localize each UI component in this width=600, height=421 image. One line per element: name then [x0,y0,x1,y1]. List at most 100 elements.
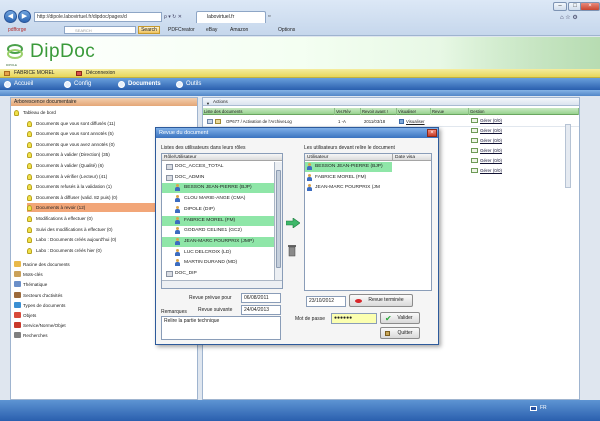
gestion-link[interactable]: Gérer (0/0) [471,126,561,136]
role-group-row[interactable]: DOC_DIP [162,269,274,279]
role-list-hscroll[interactable] [162,280,282,288]
dipole-logo-icon [7,44,23,59]
user-icon [307,173,312,181]
row-label: FABRICE MOREL (FM) [184,217,236,223]
gestion-link[interactable]: Gérer (0/0) [471,136,561,146]
bulb-icon [27,131,32,138]
tree-item-label: Recherches [23,333,48,339]
col-version[interactable]: Ver.Rév [335,108,361,115]
role-group-row[interactable]: DOC_ADMIN [162,173,274,183]
row-label: DOC_ACCES_TOTAL [175,164,224,169]
col-revoir[interactable]: Revoir avant ! [361,108,397,115]
close-window-button[interactable]: × [580,2,600,11]
user-row[interactable]: BESSON JEAN-PIERRE (BJP) [162,183,274,194]
gestion-label: Gérer (0/0) [480,158,503,163]
quitter-button[interactable]: Quitter [380,327,420,339]
minimize-button[interactable]: – [553,2,567,11]
row-label: CLOU MARIE-ANGE (CMA) [184,196,246,202]
gestion-link[interactable]: Gérer (0/0) [471,166,561,176]
ebay-link[interactable]: eBay [206,24,217,36]
visualiser-link[interactable]: Visualiser [399,116,431,127]
gestion-link[interactable]: Gérer (0/0) [471,116,561,126]
flag-icon[interactable] [530,406,537,411]
forward-icon[interactable]: ▶ [18,10,31,23]
tree-item-label: Racine des documents [23,262,70,267]
tree-item[interactable]: Tableau de bord [14,108,197,117]
user-row[interactable]: GODARD CELINE1 (GC2) [162,226,274,236]
actions-bar[interactable]: ▼ Actions [203,98,579,106]
group-icon [166,271,173,277]
browser-tools-icons[interactable]: ⌂ ☆ ⚙ [560,14,594,23]
user-row[interactable]: DIPOLE (DIP) [162,205,274,215]
valider-label: Valider [397,315,413,321]
actions-label: Actions [213,99,228,104]
tools-icon [176,81,183,88]
user-row[interactable]: JEAN-MARC POURPRIX (JMP) [162,236,274,247]
gestion-label: Gérer (0/0) [480,148,503,153]
pdfforge-link[interactable]: pdfforge [8,24,26,36]
col-gestion[interactable]: Gestion [469,108,579,115]
date-field[interactable]: 23/10/2012 [306,296,346,307]
red-dot-icon [355,299,362,303]
valider-button[interactable]: ✔ Valider [380,312,420,324]
menu-config[interactable]: Config [64,78,91,90]
language-label[interactable]: FR [540,405,547,411]
add-arrow-icon[interactable] [286,218,300,228]
role-group-row[interactable]: DOC_ACCES_TOTAL [162,162,274,172]
col-documents[interactable]: Liste des documents [203,108,335,115]
browser-search-button[interactable]: Search [138,26,160,34]
password-field[interactable]: ●●●●●● [331,313,377,324]
scroll-thumb[interactable] [276,170,281,268]
header-decoration [440,37,600,69]
pdfcreator-link[interactable]: PDFCreator [168,24,195,36]
revue-suivante-field[interactable]: 24/04/2013 [241,305,281,315]
refresh-stop-icon[interactable]: ρ ▾ ↻ ✕ [164,12,194,22]
address-bar[interactable]: http://dipole.labovirtuel.fr/dipdoc/page… [34,12,162,22]
gestion-link[interactable]: Gérer (0/0) [471,156,561,166]
dialog-close-button[interactable]: × [427,129,437,137]
reviewer-row[interactable]: JEAN-MARC POURPRIX (JM [305,183,392,193]
reviewer-header-date[interactable]: Date visa [392,154,431,161]
browser-tab[interactable]: labovirtuel.fr [196,11,266,23]
revue-terminee-button[interactable]: Revue terminée [349,294,413,307]
tree-item-label: Secteurs d'activités [23,292,63,298]
app-logo: DipDoc [30,41,96,62]
new-tab-icon[interactable]: ▫ [268,12,276,22]
user-icon [4,71,10,76]
revue-prevue-field[interactable]: 06/08/2011 [241,293,281,303]
reviewer-header-user[interactable]: Utilisateur [305,154,393,161]
role-user-list: Rôle/Utilisateur DOC_ACCES_TOTAL DOC_ADMI… [161,153,283,289]
menu-documents[interactable]: Documents [118,78,161,90]
gestion-link[interactable]: Gérer (0/0) [471,146,561,156]
user-icon [175,205,180,213]
user-row[interactable]: FABRICE MOREL (FM) [162,215,274,226]
back-icon[interactable]: ◀ [4,10,17,23]
user-row[interactable]: LUC DELCROIX (LD) [162,248,274,258]
tree-item-label: Documents à revoir (12) [36,205,86,211]
remarques-label: Remarques [161,309,187,315]
menu-accueil[interactable]: Accueil [4,78,33,90]
menu-label: Config [74,81,92,87]
reviewer-row[interactable]: BESSON JEAN-PIERRE (BJP) [305,162,392,172]
logout-link[interactable]: Déconnexion [86,69,115,78]
edit-icon[interactable] [215,119,221,124]
browser-search-input[interactable]: SEARCH [64,26,136,34]
options-menu[interactable]: Options [278,24,295,36]
tree-item-label: Labo : Documents créés aujourd'hui (0) [36,237,117,243]
col-visualiser[interactable]: Visualiser [397,108,431,115]
remarques-textarea[interactable]: Relire la partie technique [161,316,281,340]
user-row[interactable]: CLOU MARIE-ANGE (CMA) [162,194,274,204]
grid-scrollbar[interactable] [565,124,571,188]
role-list-vscroll[interactable] [274,162,282,280]
col-revue[interactable]: Revue [431,108,469,115]
role-user-header: Rôle/Utilisateur [162,154,282,161]
amazon-link[interactable]: Amazon [230,24,248,36]
reviewer-row[interactable]: FABRICE MOREL (FM) [305,173,392,183]
tree-item-label: Documents à valider (Qualité) (6) [36,163,104,168]
trash-icon[interactable] [287,244,297,257]
logout-icon[interactable] [76,71,82,76]
user-row[interactable]: MARTIN DURAND (MD) [162,258,274,268]
bulb-icon [27,120,32,127]
row-label: DOC_ADMIN [175,174,205,180]
menu-outils[interactable]: Outils [176,78,201,90]
